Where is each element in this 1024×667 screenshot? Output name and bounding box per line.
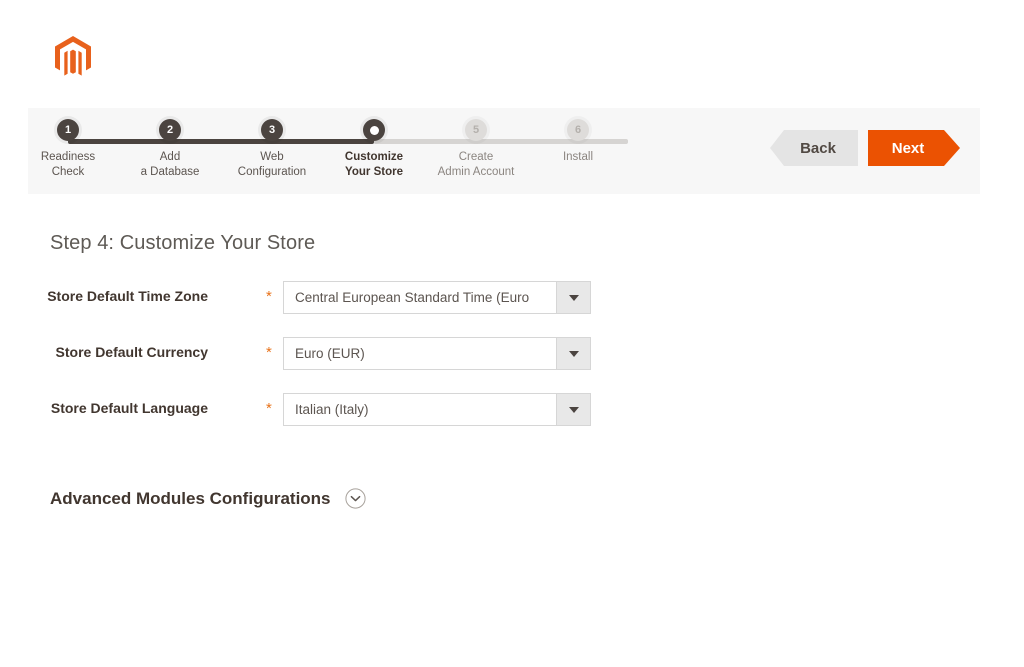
step-marker-1: 1 bbox=[57, 119, 79, 141]
field-row-currency: Store Default Currency * Euro (EUR) bbox=[0, 334, 1024, 390]
next-button[interactable]: Next bbox=[868, 130, 960, 166]
step-label-5-line2: Admin Account bbox=[437, 166, 515, 178]
advanced-modules-section-toggle[interactable]: Advanced Modules Configurations bbox=[50, 488, 366, 509]
step-label-6-line1: Install bbox=[562, 151, 594, 163]
customize-store-form: Store Default Time Zone * Central Europe… bbox=[0, 278, 1024, 446]
circled-chevron-down-icon[interactable] bbox=[344, 488, 366, 509]
progress-stepper: 1 Readiness Check 2 Add a Database 3 Web… bbox=[41, 119, 668, 194]
timezone-select-value: Central European Standard Time (Euro bbox=[295, 290, 530, 305]
field-row-timezone: Store Default Time Zone * Central Europe… bbox=[0, 278, 1024, 334]
currency-required-marker: * bbox=[266, 344, 272, 361]
chevron-down-icon bbox=[556, 394, 590, 425]
chevron-down-icon bbox=[556, 282, 590, 313]
timezone-label: Store Default Time Zone bbox=[47, 288, 208, 304]
language-select[interactable]: Italian (Italy) bbox=[283, 393, 591, 426]
currency-label: Store Default Currency bbox=[55, 344, 208, 360]
stepper-track: 1 Readiness Check 2 Add a Database 3 Web… bbox=[41, 119, 668, 178]
stepper-line-remaining bbox=[374, 139, 628, 144]
step-marker-4 bbox=[363, 119, 385, 141]
magento-logo bbox=[50, 34, 96, 80]
chevron-down-icon bbox=[556, 338, 590, 369]
currency-select[interactable]: Euro (EUR) bbox=[283, 337, 591, 370]
timezone-required-marker: * bbox=[266, 288, 272, 305]
step-marker-3: 3 bbox=[261, 119, 283, 141]
wizard-nav-buttons: Back Next bbox=[770, 130, 960, 166]
page-title: Step 4: Customize Your Store bbox=[50, 232, 316, 254]
field-row-language: Store Default Language * Italian (Italy) bbox=[0, 390, 1024, 446]
step-marker-5: 5 bbox=[465, 119, 487, 141]
wizard-header-panel: 1 Readiness Check 2 Add a Database 3 Web… bbox=[28, 108, 980, 194]
currency-select-value: Euro (EUR) bbox=[295, 346, 365, 361]
step-marker-6: 6 bbox=[567, 119, 589, 141]
step-label-6: Install bbox=[508, 150, 648, 165]
magento-logo-icon bbox=[55, 36, 91, 76]
timezone-select[interactable]: Central European Standard Time (Euro bbox=[283, 281, 591, 314]
back-button[interactable]: Back bbox=[770, 130, 858, 166]
language-select-value: Italian (Italy) bbox=[295, 402, 369, 417]
language-required-marker: * bbox=[266, 400, 272, 417]
language-label: Store Default Language bbox=[50, 400, 208, 416]
advanced-modules-title: Advanced Modules Configurations bbox=[50, 488, 331, 508]
step-marker-2: 2 bbox=[159, 119, 181, 141]
stepper-line-completed bbox=[68, 139, 374, 144]
